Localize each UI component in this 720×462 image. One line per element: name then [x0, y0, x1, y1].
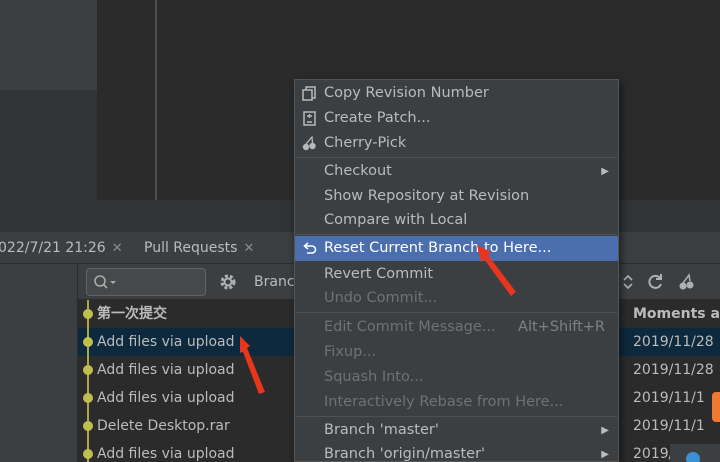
- status-icon: [686, 452, 700, 462]
- submenu-arrow-icon: ▶: [601, 425, 609, 436]
- patch-icon: [303, 111, 316, 126]
- menu-item-label: Reset Current Branch to Here...: [324, 240, 552, 256]
- cherry-icon: [302, 136, 316, 151]
- commit-message: Add files via upload: [97, 362, 235, 378]
- sort-icon[interactable]: [623, 273, 633, 291]
- menu-item-label: Revert Commit: [324, 266, 434, 282]
- commit-graph-line: [87, 300, 89, 462]
- commit-date: 2019/11/1: [633, 418, 705, 434]
- menu-item-checkout[interactable]: Checkout ▶: [295, 159, 618, 184]
- menu-item-label: Checkout: [324, 163, 392, 179]
- menu-item-copy-revision-number[interactable]: Copy Revision Number: [295, 81, 618, 106]
- menu-separator: [296, 312, 617, 313]
- project-panel-lower: [0, 90, 97, 232]
- commit-node: [83, 365, 93, 375]
- menu-item-label: Squash Into...: [324, 369, 424, 385]
- date-column-header[interactable]: Moments ag: [633, 300, 720, 328]
- menu-item-label: Interactively Rebase from Here...: [324, 394, 564, 410]
- menu-item-label: Branch 'master': [324, 422, 439, 438]
- editor-guide-line: [155, 0, 157, 200]
- commit-message: Delete Desktop.rar: [97, 418, 230, 434]
- commit-message: Add files via upload: [97, 334, 235, 350]
- menu-item-branch-origin-master[interactable]: Branch 'origin/master' ▶: [295, 442, 618, 462]
- menu-separator: [296, 157, 617, 158]
- menu-item-shortcut: Alt+Shift+R: [518, 319, 605, 335]
- menu-item-edit-commit-message[interactable]: Edit Commit Message... Alt+Shift+R: [295, 315, 618, 340]
- menu-item-branch-master[interactable]: Branch 'master' ▶: [295, 418, 618, 443]
- menu-item-show-repository[interactable]: Show Repository at Revision: [295, 184, 618, 209]
- commit-node: [83, 393, 93, 403]
- commit-date: 2019/11/28: [633, 334, 714, 350]
- project-panel: [0, 0, 97, 90]
- menu-item-fixup[interactable]: Fixup...: [295, 340, 618, 365]
- tab-pull-requests[interactable]: Pull Requests ✕: [144, 232, 254, 264]
- context-menu: Copy Revision Number Create Patch... Che…: [294, 79, 619, 462]
- gear-icon[interactable]: [218, 272, 238, 292]
- commit-node: [83, 309, 93, 319]
- commit-message: Add files via upload: [97, 390, 235, 406]
- menu-separator: [296, 416, 617, 417]
- menu-item-cherry-pick[interactable]: Cherry-Pick: [295, 131, 618, 156]
- menu-item-reset-current-branch[interactable]: Reset Current Branch to Here...: [295, 236, 618, 261]
- menu-item-label: Compare with Local: [324, 212, 468, 228]
- branches-panel: [0, 264, 78, 462]
- menu-item-label: Copy Revision Number: [324, 85, 489, 101]
- commit-message: Add files via upload: [97, 446, 235, 462]
- cherry-pick-icon[interactable]: [678, 273, 696, 291]
- menu-item-label: Show Repository at Revision: [324, 188, 530, 204]
- menu-item-label: Fixup...: [324, 344, 377, 360]
- floating-widget: [712, 392, 720, 422]
- menu-item-undo-commit[interactable]: Undo Commit...: [295, 286, 618, 311]
- commit-node: [83, 449, 93, 459]
- submenu-arrow-icon: ▶: [601, 449, 609, 460]
- menu-item-label: Undo Commit...: [324, 290, 438, 306]
- menu-item-label: Edit Commit Message...: [324, 319, 496, 335]
- tab-label: Pull Requests: [144, 240, 238, 256]
- tab-log-date[interactable]: 022/7/21 21:26 ✕: [0, 232, 123, 264]
- refresh-icon[interactable]: [646, 273, 664, 291]
- menu-item-create-patch[interactable]: Create Patch...: [295, 106, 618, 131]
- submenu-arrow-icon: ▶: [601, 166, 609, 177]
- commit-node: [83, 421, 93, 431]
- menu-item-label: Cherry-Pick: [324, 135, 407, 151]
- copy-icon: [302, 86, 316, 101]
- menu-item-label: Create Patch...: [324, 110, 431, 126]
- menu-item-revert-commit[interactable]: Revert Commit: [295, 262, 618, 287]
- menu-item-compare-with-local[interactable]: Compare with Local: [295, 208, 618, 233]
- tab-label: 022/7/21 21:26: [0, 240, 106, 256]
- commit-node: [83, 337, 93, 347]
- close-icon[interactable]: ✕: [243, 241, 254, 256]
- menu-separator: [296, 234, 617, 235]
- branch-filter[interactable]: Branc: [254, 264, 295, 300]
- menu-item-label: Branch 'origin/master': [324, 446, 486, 462]
- commit-date: 2019/11/28: [633, 362, 714, 378]
- search-input[interactable]: [86, 268, 206, 296]
- undo-icon: [303, 242, 317, 254]
- menu-item-squash-into[interactable]: Squash Into...: [295, 365, 618, 390]
- commit-date: 2019/11/1: [633, 390, 705, 406]
- search-icon: [94, 275, 116, 289]
- commit-message: 第一次提交: [97, 306, 167, 322]
- close-icon[interactable]: ✕: [112, 241, 123, 256]
- menu-item-interactively-rebase[interactable]: Interactively Rebase from Here...: [295, 390, 618, 415]
